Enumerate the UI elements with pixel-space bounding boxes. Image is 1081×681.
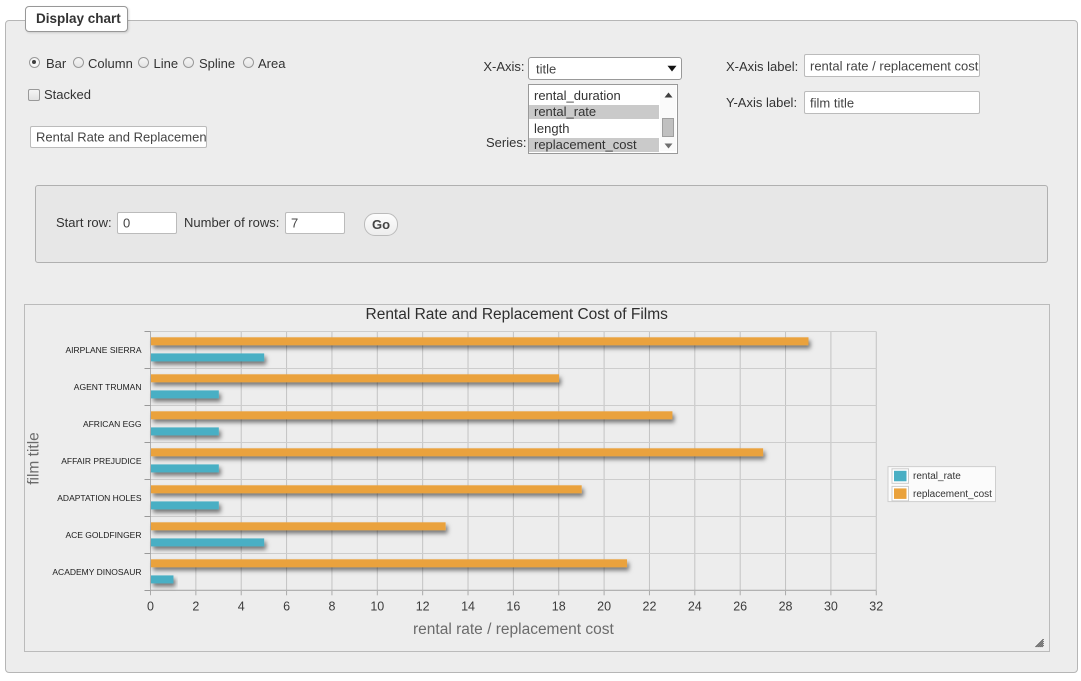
svg-text:0: 0 xyxy=(147,599,154,613)
svg-text:rental rate / replacement cost: rental rate / replacement cost xyxy=(413,621,614,638)
svg-text:AFRICAN EGG: AFRICAN EGG xyxy=(83,419,142,429)
svg-text:4: 4 xyxy=(238,599,245,613)
svg-text:32: 32 xyxy=(869,599,883,613)
svg-text:12: 12 xyxy=(416,599,430,613)
svg-text:ADAPTATION HOLES: ADAPTATION HOLES xyxy=(57,493,142,503)
svg-text:14: 14 xyxy=(461,599,475,613)
svg-text:20: 20 xyxy=(597,599,611,613)
svg-text:24: 24 xyxy=(688,599,702,613)
svg-text:26: 26 xyxy=(733,599,747,613)
svg-text:ACADEMY DINOSAUR: ACADEMY DINOSAUR xyxy=(52,567,141,577)
svg-text:28: 28 xyxy=(779,599,793,613)
svg-text:AFFAIR PREJUDICE: AFFAIR PREJUDICE xyxy=(61,456,142,466)
svg-text:6: 6 xyxy=(283,599,290,613)
svg-text:ACE GOLDFINGER: ACE GOLDFINGER xyxy=(65,530,141,540)
svg-text:16: 16 xyxy=(506,599,520,613)
svg-text:rental_rate: rental_rate xyxy=(913,471,961,482)
svg-text:30: 30 xyxy=(824,599,838,613)
svg-text:film title: film title xyxy=(26,432,43,485)
svg-text:10: 10 xyxy=(370,599,384,613)
svg-text:22: 22 xyxy=(643,599,657,613)
svg-text:replacement_cost: replacement_cost xyxy=(913,489,992,500)
svg-text:Rental Rate and Replacement Co: Rental Rate and Replacement Cost of Film… xyxy=(366,306,669,323)
svg-text:8: 8 xyxy=(328,599,335,613)
svg-text:2: 2 xyxy=(192,599,199,613)
svg-text:18: 18 xyxy=(552,599,566,613)
svg-text:AGENT TRUMAN: AGENT TRUMAN xyxy=(74,382,142,392)
svg-text:AIRPLANE SIERRA: AIRPLANE SIERRA xyxy=(65,345,141,355)
